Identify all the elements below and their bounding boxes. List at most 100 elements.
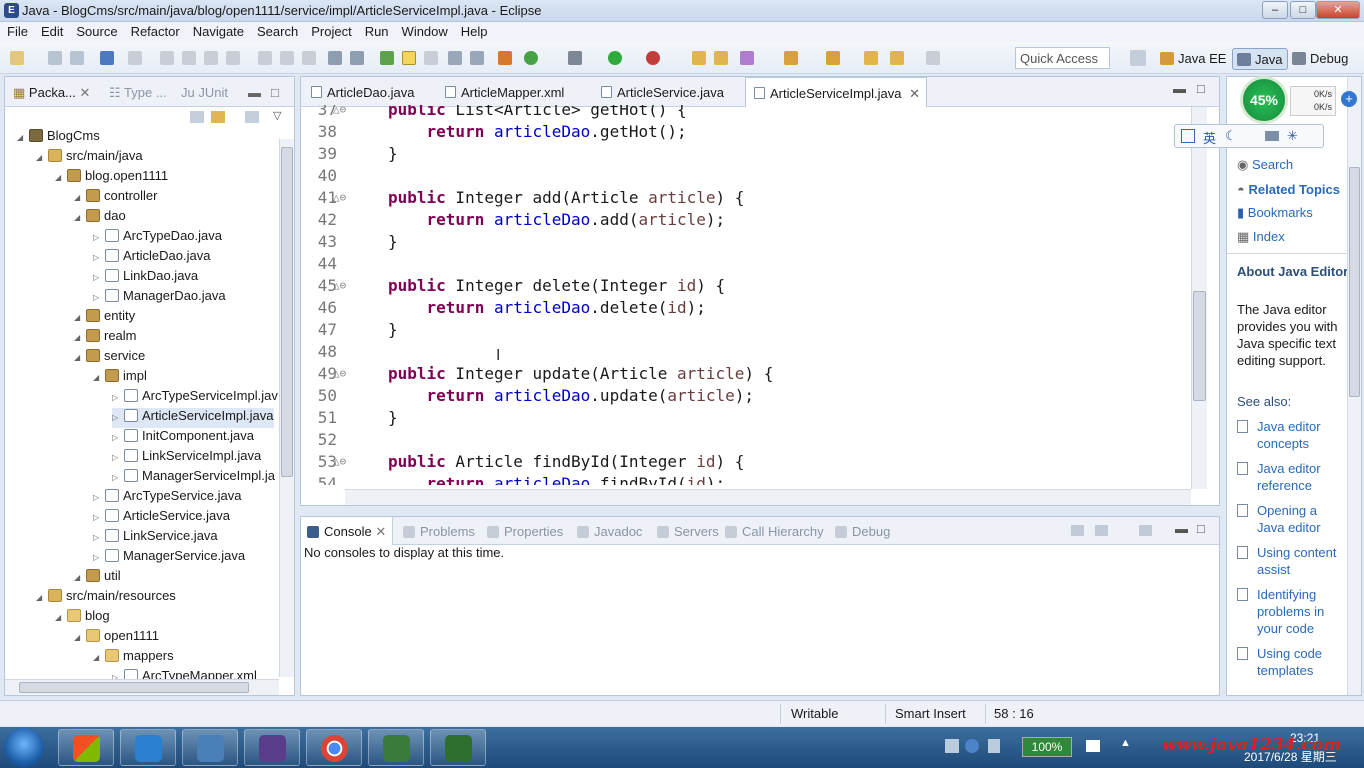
menu-search[interactable]: Search: [250, 22, 304, 39]
scroll-thumb[interactable]: [1193, 291, 1206, 401]
debug-icon[interactable]: [568, 51, 582, 65]
expand-toggle-icon[interactable]: ▷: [93, 273, 105, 282]
menu-help[interactable]: Help: [454, 22, 494, 39]
tab-console[interactable]: Console ✕: [301, 517, 394, 545]
expand-toggle-icon[interactable]: ▷: [112, 453, 124, 462]
close-icon[interactable]: ✕: [909, 86, 920, 101]
help-topic-link[interactable]: Opening a Java editor: [1257, 502, 1347, 536]
collapse-all-icon[interactable]: [190, 111, 204, 123]
help-search-link[interactable]: ◉ Search: [1237, 157, 1293, 173]
tab-articledao[interactable]: ArticleDao.java: [303, 77, 420, 107]
tab-javadoc[interactable]: Javadoc: [577, 524, 642, 539]
help-tray-icon[interactable]: [965, 739, 979, 753]
toggle-breadcrumb-icon[interactable]: [470, 51, 484, 65]
fold-toggle-icon[interactable]: △⊖: [333, 451, 346, 473]
close-button[interactable]: ✕: [1316, 1, 1360, 19]
new-java-project-icon[interactable]: [692, 51, 706, 65]
tree-item[interactable]: ◢ util: [74, 568, 121, 588]
show-whitespace-icon[interactable]: [448, 51, 462, 65]
open-task-icon[interactable]: [350, 51, 364, 65]
tab-articlemapper[interactable]: ArticleMapper.xml: [437, 77, 570, 107]
menu-navigate[interactable]: Navigate: [186, 22, 250, 39]
tree-item[interactable]: ▷ ArcTypeDao.java: [93, 228, 222, 248]
expand-toggle-icon[interactable]: ◢: [36, 153, 48, 162]
fold-toggle-icon[interactable]: △⊖: [333, 275, 346, 297]
tree-item[interactable]: ▷ ArticleService.java: [93, 508, 230, 528]
quick-access-input[interactable]: Quick Access: [1015, 47, 1110, 69]
taskbar-chrome[interactable]: [306, 729, 362, 766]
help-bookmarks-link[interactable]: ▮ Bookmarks: [1237, 205, 1313, 221]
help-topic-link[interactable]: Using code templates: [1257, 645, 1347, 679]
minimize-editor-icon[interactable]: ▬: [1173, 81, 1186, 96]
tab-articleservice[interactable]: ArticleService.java: [593, 77, 730, 107]
tab-articleserviceimpl[interactable]: ArticleServiceImpl.java ✕: [745, 77, 928, 107]
expand-toggle-icon[interactable]: ▷: [93, 533, 105, 542]
maximize-view-icon[interactable]: □: [1197, 521, 1205, 536]
menu-window[interactable]: Window: [395, 22, 454, 39]
expand-toggle-icon[interactable]: ◢: [74, 313, 86, 322]
expand-toggle-icon[interactable]: ▷: [112, 393, 124, 402]
expand-toggle-icon[interactable]: ▷: [93, 293, 105, 302]
tree-item[interactable]: ▷ LinkService.java: [93, 528, 218, 548]
menu-refactor[interactable]: Refactor: [124, 22, 186, 39]
taskbar-eclipse-ee[interactable]: [244, 729, 300, 766]
tree-item[interactable]: ▷ ArcTypeServiceImpl.jav: [112, 388, 278, 408]
terminal-icon[interactable]: [100, 51, 114, 65]
tree-item[interactable]: ▷ LinkDao.java: [93, 268, 198, 288]
taskbar-word[interactable]: [120, 729, 176, 766]
refresh-icon[interactable]: [524, 51, 538, 65]
expand-toggle-icon[interactable]: ◢: [74, 573, 86, 582]
display-console-icon[interactable]: [1095, 525, 1108, 536]
close-icon[interactable]: ✕: [375, 524, 386, 539]
expand-toggle-icon[interactable]: ◢: [17, 133, 29, 142]
settings-icon[interactable]: ✳: [1287, 128, 1298, 144]
tree-item[interactable]: ◢ src/main/java: [36, 148, 143, 168]
help-topic-link[interactable]: Java editor reference: [1257, 460, 1347, 494]
skip-breakpoints-icon[interactable]: [128, 51, 142, 65]
terminate-icon[interactable]: [204, 51, 218, 65]
tree-item[interactable]: ▷ ArticleServiceImpl.java: [112, 408, 274, 428]
help-vertical-scrollbar[interactable]: [1347, 77, 1361, 695]
editor-vertical-scrollbar[interactable]: [1191, 107, 1207, 489]
minimize-button[interactable]: –: [1262, 1, 1288, 19]
menu-edit[interactable]: Edit: [34, 22, 69, 39]
taskbar-camtasia[interactable]: [368, 729, 424, 766]
tree-item[interactable]: ◢ blog.open1111: [55, 168, 168, 188]
block-selection-icon[interactable]: [424, 51, 438, 65]
fold-toggle-icon[interactable]: △⊖: [333, 105, 346, 121]
help-index-link[interactable]: ▦ Index: [1237, 229, 1285, 245]
expand-toggle-icon[interactable]: ▷: [93, 493, 105, 502]
view-menu-icon[interactable]: [245, 111, 259, 123]
maximize-editor-icon[interactable]: □: [1197, 81, 1205, 96]
tree-item[interactable]: ▷ ManagerDao.java: [93, 288, 226, 308]
tab-junit[interactable]: Ju JUnit: [181, 85, 228, 100]
explorer-vertical-scrollbar[interactable]: [279, 139, 294, 677]
expand-toggle-icon[interactable]: ◢: [55, 613, 67, 622]
fold-toggle-icon[interactable]: △⊖: [333, 187, 346, 209]
tree-item[interactable]: ◢ entity: [74, 308, 135, 328]
power-icon[interactable]: [1086, 740, 1100, 752]
tree-item[interactable]: ▷ LinkServiceImpl.java: [112, 448, 261, 468]
perspective-java-ee[interactable]: Java EE: [1156, 48, 1231, 70]
tree-item[interactable]: ◢ blog: [55, 608, 110, 628]
toggle-mark-icon[interactable]: [328, 51, 342, 65]
tab-servers[interactable]: Servers: [657, 524, 719, 539]
highlight-icon[interactable]: [402, 51, 416, 65]
tree-item[interactable]: ▷ ArticleDao.java: [93, 248, 210, 268]
link-with-editor-icon[interactable]: [211, 111, 225, 123]
help-topic-link[interactable]: Identifying problems in your code: [1257, 586, 1347, 637]
expand-toggle-icon[interactable]: ◢: [74, 633, 86, 642]
ime-logo-icon[interactable]: [1181, 129, 1195, 143]
tree-item[interactable]: ▷ ManagerService.java: [93, 548, 245, 568]
perspective-debug[interactable]: Debug: [1288, 48, 1353, 70]
new-class-icon[interactable]: [740, 51, 754, 65]
expand-toggle-icon[interactable]: ▷: [112, 433, 124, 442]
save-all-icon[interactable]: [70, 51, 84, 65]
save-icon[interactable]: [48, 51, 62, 65]
tab-properties[interactable]: Properties: [487, 524, 563, 539]
battery-indicator[interactable]: 100%: [1022, 737, 1072, 757]
tree-item[interactable]: ▷ ManagerServiceImpl.ja: [112, 468, 275, 488]
editor-horizontal-scrollbar[interactable]: [345, 489, 1191, 505]
tab-call-hierarchy[interactable]: Call Hierarchy: [725, 524, 824, 539]
next-annotation-icon[interactable]: [784, 51, 798, 65]
